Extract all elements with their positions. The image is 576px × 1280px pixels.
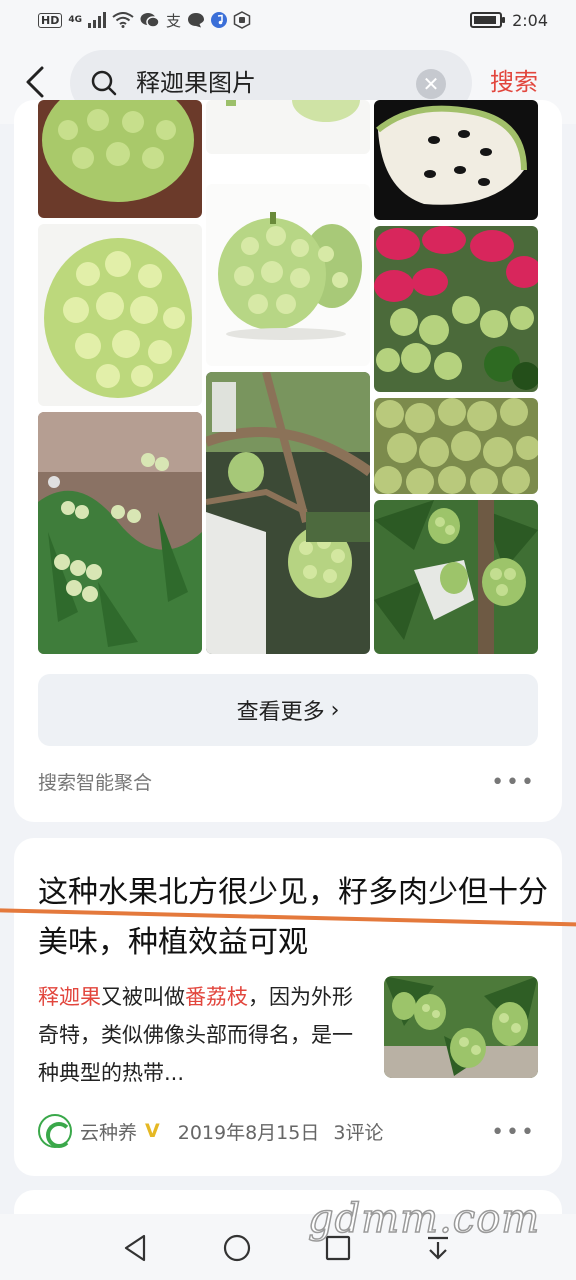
image-result[interactable] <box>38 100 202 218</box>
search-input[interactable]: 释迦果图片 <box>136 66 256 100</box>
chat-icon <box>188 13 205 28</box>
snippet-text: 又被叫做 <box>101 985 185 1009</box>
image-results-card: 查看更多 › 搜索智能聚合 ••• <box>14 100 562 822</box>
hand-icon <box>233 11 251 29</box>
home-circle-icon[interactable] <box>221 1232 253 1264</box>
source-name[interactable]: 云种养 <box>80 1118 137 1145</box>
publish-date: 2019年8月15日 <box>177 1121 320 1144</box>
search-icon <box>91 70 117 96</box>
search-submit-button[interactable]: 搜索 <box>490 64 538 100</box>
comment-count[interactable]: 3评论 <box>333 1118 383 1145</box>
alipay-icon: 支 <box>166 11 182 30</box>
image-result[interactable] <box>206 100 370 154</box>
signal-icon <box>88 12 106 28</box>
aggregation-source-label: 搜索智能聚合 <box>38 772 153 794</box>
image-result[interactable] <box>206 184 370 366</box>
view-more-button[interactable]: 查看更多 › <box>38 674 538 746</box>
close-icon: ✕ <box>422 72 440 96</box>
image-result[interactable] <box>374 398 538 494</box>
more-options-icon[interactable]: ••• <box>491 770 536 795</box>
image-result[interactable] <box>38 224 202 406</box>
view-more-label: 查看更多 <box>236 700 325 725</box>
watermark-text: gdmm.com <box>307 1195 541 1243</box>
image-result[interactable] <box>374 500 538 654</box>
chevron-right-icon: › <box>330 697 340 723</box>
highlight-keyword: 番荔枝 <box>185 985 248 1009</box>
wechat-icon <box>140 13 160 28</box>
more-options-icon[interactable]: ••• <box>491 1120 536 1145</box>
highlight-keyword: 释迦果 <box>38 985 101 1009</box>
clock: 2:04 <box>512 10 548 30</box>
source-logo-icon[interactable] <box>38 1114 72 1148</box>
chevron-left-icon <box>26 66 44 98</box>
back-triangle-icon[interactable] <box>120 1232 152 1264</box>
music-icon <box>211 12 228 28</box>
status-bar: HD 4G 支 2:04 <box>0 0 576 40</box>
status-right: 2:04 <box>470 11 548 30</box>
article-thumbnail[interactable] <box>384 976 538 1078</box>
clear-search-button[interactable]: ✕ <box>416 69 446 99</box>
verified-badge-icon: V <box>145 1120 160 1142</box>
image-result[interactable] <box>206 372 370 654</box>
status-left: HD 4G 支 <box>38 10 251 31</box>
hd-badge: HD <box>38 12 63 28</box>
image-result[interactable] <box>38 412 202 654</box>
article-snippet: 释迦果又被叫做番荔枝，因为外形奇特，类似佛像头部而得名，是一种典型的热带... <box>38 978 368 1092</box>
article-meta: 云种养 V 2019年8月15日 3评论 <box>38 1114 383 1148</box>
battery-icon <box>470 12 506 28</box>
image-result[interactable] <box>374 100 538 220</box>
back-button[interactable] <box>22 62 52 102</box>
wifi-icon <box>112 12 134 28</box>
article-card[interactable]: 这种水果北方很少见，籽多肉少但十分美味，种植效益可观 释迦果又被叫做番荔枝，因为… <box>14 838 562 1176</box>
network-type: 4G <box>68 15 82 25</box>
image-result[interactable] <box>374 226 538 392</box>
